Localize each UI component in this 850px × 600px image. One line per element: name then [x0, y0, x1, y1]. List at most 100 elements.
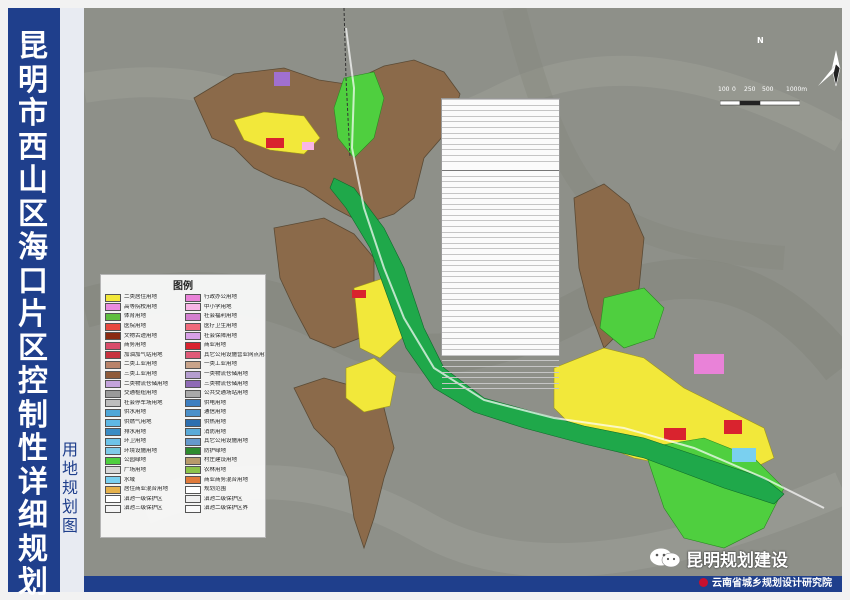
title-char: 西: [18, 129, 48, 165]
scale-label: 1000m: [786, 86, 808, 93]
subtitle-char: 地: [61, 459, 78, 478]
legend-label: 医院用地: [124, 323, 147, 330]
legend-label: 商业商务混合用地: [204, 476, 249, 483]
legend-swatch: [105, 322, 121, 331]
legend-label: 广场用地: [124, 466, 147, 473]
legend-swatch: [185, 399, 201, 408]
legend-swatch: [185, 370, 201, 379]
legend-swatch: [105, 447, 121, 456]
legend-swatch: [185, 360, 201, 369]
legend-label: 文物古迹用地: [124, 332, 158, 339]
legend-swatch: [185, 437, 201, 446]
legend-label: 规划范围: [204, 486, 227, 493]
title-char: 划: [18, 565, 48, 600]
legend-label: 二类居住用地: [124, 294, 158, 301]
legend-item: 交通枢纽用地: [105, 389, 185, 399]
legend-swatch: [105, 351, 121, 360]
legend-swatch: [105, 332, 121, 341]
title-char: 规: [18, 531, 48, 567]
legend-swatch: [185, 332, 201, 341]
legend-swatch: [105, 380, 121, 389]
wechat-icon: [648, 547, 682, 569]
legend-item: 商业商务混合用地: [185, 475, 265, 485]
north-label: N: [757, 36, 764, 45]
title-char: 明: [18, 62, 48, 98]
legend-item: 滇池三级保护区: [105, 504, 185, 514]
legend-label: 滇池三级保护区: [124, 505, 163, 512]
legend-swatch: [105, 408, 121, 417]
legend-label: 社会保障用地: [204, 332, 238, 339]
legend-item: 二类物流仓储用地: [105, 379, 185, 389]
scale-label: 500: [762, 86, 774, 93]
legend-label: 一类工业用地: [204, 361, 238, 368]
legend-item: 二类工业用地: [105, 360, 185, 370]
legend-item: 一类工业用地: [185, 360, 265, 370]
zone-commercial-3: [664, 428, 686, 440]
legend-item: 医院用地: [105, 322, 185, 332]
legend-item: 水域: [105, 475, 185, 485]
legend-label: 公共交通场站用地: [204, 390, 249, 397]
watermark-text: 昆明规划建设: [686, 550, 788, 571]
legend-label: 供热用地: [204, 419, 227, 426]
legend-swatch: [105, 399, 121, 408]
legend-item: 三类物流仓储用地: [185, 379, 265, 389]
institute-name: 云南省城乡规划设计研究院: [699, 577, 832, 591]
table-row: [442, 160, 559, 167]
legend-swatch: [185, 341, 201, 350]
legend-swatch: [185, 322, 201, 331]
legend-item: 环卫用地: [105, 437, 185, 447]
legend-swatch: [185, 485, 201, 494]
legend-label: 医疗卫生用地: [204, 323, 238, 330]
subtitle-char: 用: [61, 440, 78, 459]
legend-swatch: [105, 437, 121, 446]
legend-item: 商业用地: [185, 341, 265, 351]
legend-label: 三类物流仓储用地: [204, 380, 249, 387]
legend-item: 滇池二级保护区界: [185, 504, 265, 514]
legend-item: 通信用地: [185, 408, 265, 418]
legend-swatch: [105, 418, 121, 427]
scale-label: 100: [718, 86, 730, 93]
legend-item: 一类物流仓储用地: [185, 370, 265, 380]
legend-swatch: [105, 370, 121, 379]
legend-swatch: [185, 418, 201, 427]
legend-label: 防护绿地: [204, 447, 227, 454]
legend-item: 滇池二级保护区: [185, 494, 265, 504]
legend-item: 防护绿地: [185, 447, 265, 457]
footer-bar: 云南省城乡规划设计研究院: [84, 576, 842, 592]
legend-swatch: [185, 466, 201, 475]
legend-item: 农林用地: [185, 466, 265, 476]
legend-label: 滇池二级保护区界: [204, 505, 249, 512]
zone-school-1: [302, 142, 314, 150]
legend-item: 环境设施用地: [105, 447, 185, 457]
zone-admin-1: [274, 72, 290, 86]
legend-label: 滇池一级保护区: [124, 495, 163, 502]
title-char: 海: [18, 230, 48, 265]
legend-swatch: [185, 504, 201, 513]
zone-commercial-1: [266, 138, 284, 148]
north-arrow-icon: [816, 48, 842, 88]
legend-swatch: [185, 408, 201, 417]
legend-title: 图例: [173, 281, 193, 292]
legend-swatch: [185, 447, 201, 456]
legend-label: 加油加气站用地: [124, 351, 163, 358]
legend-label: 环境设施用地: [124, 447, 158, 454]
legend-label: 一类物流仓储用地: [204, 371, 249, 378]
land-use-statistics-table: [441, 98, 560, 390]
legend-swatch: [185, 303, 201, 312]
legend-label: 商业用地: [204, 342, 227, 349]
subtitle-char: 规: [61, 478, 78, 497]
legend-swatch: [105, 303, 121, 312]
legend-swatch: [105, 360, 121, 369]
legend-item: 供燃气用地: [105, 418, 185, 428]
legend-swatch: [185, 456, 201, 465]
legend-item: 供水用地: [105, 408, 185, 418]
legend-swatch: [105, 293, 121, 302]
scale-bar: [719, 94, 801, 106]
legend-item: 村庄建设用地: [185, 456, 265, 466]
legend-column-right: 行政办公用地 中小学用地 社会福利用地 医疗卫生用地 社会保障用地 商业用地 其它公用设施营…: [185, 293, 265, 514]
legend-item: 规划范围: [185, 485, 265, 495]
legend-label: 公园绿地: [124, 457, 147, 464]
legend-label: 农林用地: [204, 466, 227, 473]
legend-label: 村庄建设用地: [204, 457, 238, 464]
legend-item: 二类居住用地: [105, 293, 185, 303]
